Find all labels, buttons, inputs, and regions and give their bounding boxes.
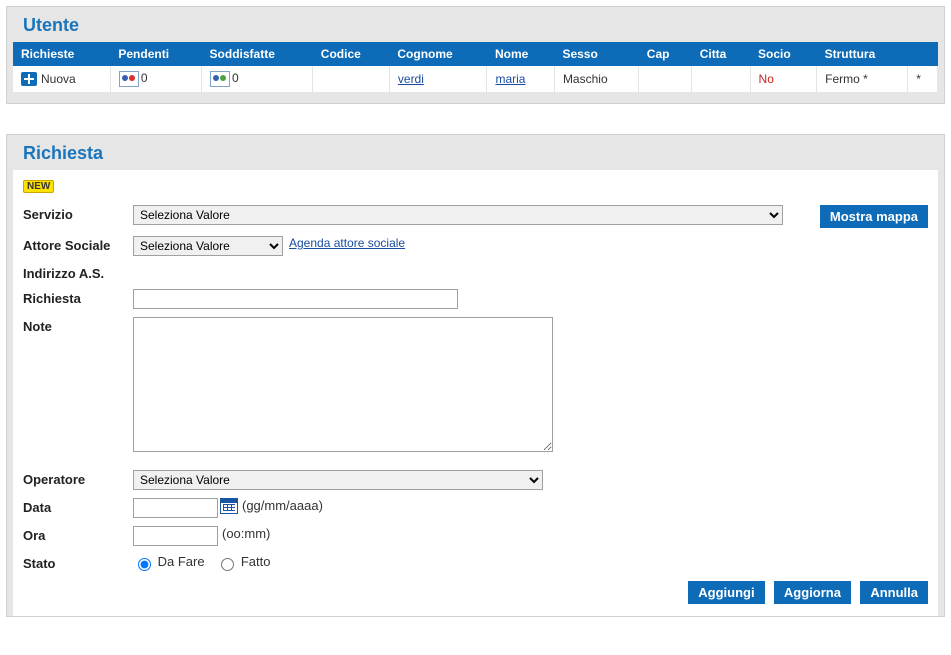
attore-sociale-select[interactable]: Seleziona Valore: [133, 236, 283, 256]
stato-da-fare-label[interactable]: Da Fare: [133, 554, 208, 569]
people-done-icon: [210, 71, 230, 87]
ora-hint: (oo:mm): [222, 526, 270, 541]
plus-icon: [21, 72, 37, 86]
utente-table: Richieste Pendenti Soddisfatte Codice Co…: [13, 42, 938, 93]
label-note: Note: [23, 317, 133, 334]
table-row: Nuova 0 0 verdi maria Maschio: [13, 66, 938, 93]
cell-codice: [313, 66, 390, 93]
cell-extra: *: [908, 66, 938, 93]
cell-pendenti[interactable]: 0: [110, 66, 201, 93]
col-nome: Nome: [487, 42, 554, 66]
data-input[interactable]: [133, 498, 218, 518]
stato-fatto-label[interactable]: Fatto: [216, 554, 270, 569]
ora-input[interactable]: [133, 526, 218, 546]
cell-richieste[interactable]: Nuova: [13, 66, 110, 93]
mostra-mappa-button[interactable]: Mostra mappa: [820, 205, 928, 228]
calendar-icon[interactable]: [220, 498, 238, 514]
richiesta-section: Richiesta NEW Servizio Seleziona Valore …: [6, 134, 945, 617]
label-ora: Ora: [23, 526, 133, 543]
label-attore-sociale: Attore Sociale: [23, 236, 133, 253]
col-sesso: Sesso: [554, 42, 638, 66]
utente-title: Utente: [13, 11, 938, 42]
label-stato: Stato: [23, 554, 133, 571]
nuova-label: Nuova: [41, 72, 76, 86]
form-actions: Aggiungi Aggiorna Annulla: [23, 571, 928, 604]
col-cap: Cap: [639, 42, 692, 66]
col-extra: [908, 42, 938, 66]
col-struttura: Struttura: [817, 42, 908, 66]
cell-citta: [692, 66, 750, 93]
richiesta-title: Richiesta: [13, 139, 938, 170]
cell-nome: maria: [487, 66, 554, 93]
richiesta-form: NEW Servizio Seleziona Valore Mostra map…: [13, 170, 938, 616]
cell-cognome: verdi: [389, 66, 487, 93]
cognome-link[interactable]: verdi: [398, 72, 424, 86]
label-servizio: Servizio: [23, 205, 133, 222]
stato-da-fare-radio[interactable]: [138, 558, 151, 571]
label-data: Data: [23, 498, 133, 515]
operatore-select[interactable]: Seleziona Valore: [133, 470, 543, 490]
col-richieste: Richieste: [13, 42, 110, 66]
agenda-attore-link[interactable]: Agenda attore sociale: [289, 236, 405, 250]
label-indirizzo-as: Indirizzo A.S.: [23, 264, 133, 281]
servizio-select[interactable]: Seleziona Valore: [133, 205, 783, 225]
cell-struttura: Fermo *: [817, 66, 908, 93]
note-textarea[interactable]: [133, 317, 553, 452]
col-codice: Codice: [313, 42, 390, 66]
utente-section: Utente Richieste Pendenti Soddisfatte Co…: [6, 6, 945, 104]
col-citta: Citta: [692, 42, 750, 66]
col-cognome: Cognome: [389, 42, 487, 66]
col-soddisfatte: Soddisfatte: [202, 42, 313, 66]
cell-cap: [639, 66, 692, 93]
cell-socio: No: [750, 66, 817, 93]
people-pending-icon: [119, 71, 139, 87]
label-operatore: Operatore: [23, 470, 133, 487]
stato-fatto-radio[interactable]: [221, 558, 234, 571]
aggiungi-button[interactable]: Aggiungi: [688, 581, 764, 604]
cell-soddisfatte[interactable]: 0: [202, 66, 313, 93]
nome-link[interactable]: maria: [495, 72, 525, 86]
soddisfatte-count: 0: [232, 71, 239, 85]
label-richiesta: Richiesta: [23, 289, 133, 306]
annulla-button[interactable]: Annulla: [860, 581, 928, 604]
col-socio: Socio: [750, 42, 817, 66]
col-pendenti: Pendenti: [110, 42, 201, 66]
new-badge: NEW: [23, 180, 54, 193]
aggiorna-button[interactable]: Aggiorna: [774, 581, 851, 604]
pendenti-count: 0: [141, 71, 148, 85]
cell-sesso: Maschio: [554, 66, 638, 93]
data-hint: (gg/mm/aaaa): [242, 498, 323, 513]
socio-value: No: [759, 72, 774, 86]
richiesta-input[interactable]: [133, 289, 458, 309]
stato-radio-group: Da Fare Fatto: [133, 554, 278, 571]
